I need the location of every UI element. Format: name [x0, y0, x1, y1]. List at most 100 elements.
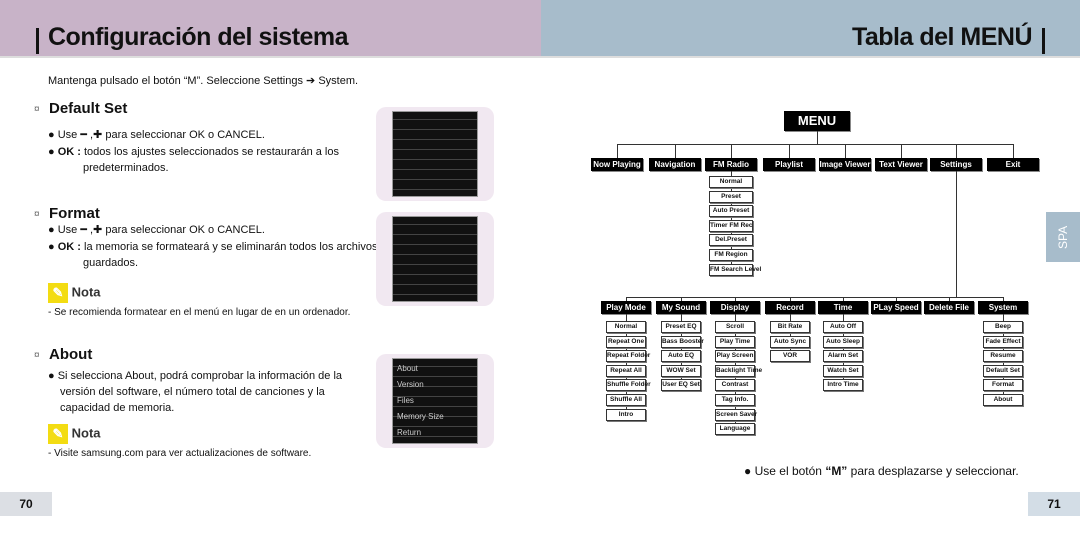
submenu-item[interactable]: Language: [715, 423, 755, 436]
submenu-item[interactable]: Auto Sync: [770, 335, 810, 348]
bullet-bold: OK :: [57, 241, 81, 253]
submenu-item[interactable]: Timer FM Rec: [709, 219, 753, 232]
submenu-item[interactable]: Format: [983, 379, 1023, 392]
submenu-item[interactable]: Auto Preset: [709, 205, 753, 218]
note-text: - Se recomienda formatear en el menú en …: [48, 307, 351, 318]
note-heading: ✎ Nota: [48, 283, 101, 303]
submenu-item[interactable]: Fade Effect: [983, 335, 1023, 348]
settings-item-my-sound[interactable]: My Sound: [656, 301, 706, 314]
submenu-item[interactable]: Preset EQ: [661, 321, 701, 333]
bullet: ● OK : la memoria se formateará y se eli…: [48, 241, 378, 269]
note-text: - Visite samsung.com para ver actualizac…: [48, 448, 312, 459]
screen-line: Files: [397, 396, 414, 405]
bullet-bold: OK :: [57, 146, 81, 158]
submenu-item[interactable]: Repeat Folder: [606, 350, 650, 363]
menu-item-text-viewer[interactable]: Text Viewer: [875, 158, 927, 171]
submenu-item[interactable]: Intro: [606, 408, 646, 421]
submenu-item[interactable]: Preset: [709, 190, 753, 203]
submenu-item[interactable]: FM Search Level: [709, 263, 761, 276]
settings-item-system[interactable]: System: [978, 301, 1028, 314]
screen-default-set: [376, 107, 494, 201]
settings-item-play-speed[interactable]: PLay Speed: [871, 301, 921, 314]
menu-item-navigation[interactable]: Navigation: [649, 158, 701, 171]
submenu-item[interactable]: Play Time: [715, 335, 755, 348]
bullet: ● Use ━ ,✚ para seleccionar OK o CANCEL.: [48, 129, 265, 141]
submenu-item[interactable]: Bass Booster: [661, 335, 704, 348]
settings-item-time[interactable]: Time: [818, 301, 868, 314]
heading-format: Format: [49, 205, 100, 222]
submenu-item[interactable]: Shuffle All: [606, 394, 646, 406]
submenu-item[interactable]: Normal: [709, 176, 753, 188]
bullet: ● Use ━ ,✚ para seleccionar OK o CANCEL.: [48, 224, 265, 236]
submenu-item[interactable]: Resume: [983, 350, 1023, 363]
title-bar-right: [1042, 28, 1045, 54]
submenu-item[interactable]: Repeat All: [606, 364, 646, 377]
menu-item-now-playing[interactable]: Now Playing: [591, 158, 643, 171]
device-screen-image: [392, 216, 478, 302]
footer-instruction: ● Use el botón “M” para desplazarse y se…: [744, 464, 1019, 478]
menu-item-settings[interactable]: Settings: [930, 158, 982, 171]
submenu-item[interactable]: FM Region: [709, 249, 753, 261]
connector: [956, 171, 957, 297]
submenu-item[interactable]: Scroll: [715, 321, 755, 333]
submenu-item[interactable]: Intro Time: [823, 379, 863, 392]
settings-item-delete-file[interactable]: Delete File: [924, 301, 974, 314]
menu-item-image-viewer[interactable]: Image Viewer: [819, 158, 871, 171]
submenu-item[interactable]: Auto Sleep: [823, 335, 863, 348]
connector: [845, 144, 846, 158]
submenu-item[interactable]: Auto EQ: [661, 350, 701, 363]
intro-text: Mantenga pulsado el botón “M”. Seleccion…: [48, 75, 359, 87]
settings-item-record[interactable]: Record: [765, 301, 815, 314]
connector: [956, 144, 957, 158]
settings-item-play-mode[interactable]: Play Mode: [601, 301, 651, 314]
submenu-item[interactable]: Normal: [606, 321, 646, 333]
submenu-item[interactable]: Tag Info.: [715, 394, 755, 406]
bullet-text: Si selecciona About, podrá comprobar la …: [57, 370, 343, 414]
note-heading: ✎ Nota: [48, 424, 101, 444]
pencil-icon: ✎: [48, 283, 68, 303]
submenu-item[interactable]: Contrast: [715, 379, 755, 392]
submenu-item[interactable]: Screen Saver: [715, 408, 757, 421]
submenu-item[interactable]: Backlight Time: [715, 364, 762, 377]
screen-line: Return: [397, 428, 422, 437]
submenu-item[interactable]: User EQ Set: [661, 379, 701, 392]
footer-bold: “M”: [825, 464, 848, 478]
menu-item-playlist[interactable]: Playlist: [763, 158, 815, 171]
submenu-item[interactable]: Beep: [983, 321, 1023, 333]
submenu-item[interactable]: Del.Preset: [709, 234, 753, 247]
screen-line: About: [397, 364, 418, 373]
connector: [901, 144, 902, 158]
page-title-left: Configuración del sistema: [48, 23, 349, 51]
screen-about: About Version Files Memory Size Return: [376, 354, 494, 448]
page-number-left: 70: [0, 492, 52, 516]
settings-item-display[interactable]: Display: [710, 301, 760, 314]
title-bar-left: [36, 28, 39, 54]
submenu-item[interactable]: Watch Set: [823, 364, 863, 377]
menu-item-fm-radio[interactable]: FM Radio: [705, 158, 757, 171]
submenu-item[interactable]: Shuffle Folder: [606, 379, 651, 392]
note-title: Nota: [71, 425, 101, 441]
submenu-item[interactable]: WOW Set: [661, 364, 701, 377]
screen-line: Memory Size: [397, 412, 444, 421]
bullet-text: Use ━ ,✚ para seleccionar OK o CANCEL.: [57, 129, 265, 141]
screen-line: Version: [397, 380, 424, 389]
submenu-item[interactable]: Bit Rate: [770, 321, 810, 333]
menu-item-exit[interactable]: Exit: [987, 158, 1039, 171]
submenu-item[interactable]: Play Screen: [715, 350, 755, 363]
connector: [626, 297, 1004, 298]
submenu-item[interactable]: About: [983, 394, 1023, 406]
submenu-item[interactable]: Default Set: [983, 364, 1023, 377]
heading-about: About: [49, 346, 93, 363]
note-title: Nota: [71, 284, 101, 300]
submenu-item[interactable]: Auto Off: [823, 321, 863, 333]
submenu-item[interactable]: Repeat One: [606, 335, 646, 348]
submenu-item[interactable]: VOR: [770, 350, 810, 363]
submenu-item[interactable]: Alarm Set: [823, 350, 863, 363]
menu-root[interactable]: MENU: [784, 111, 850, 131]
pencil-icon: ✎: [48, 424, 68, 444]
connector: [789, 144, 790, 158]
connector: [617, 144, 618, 158]
footer-text: para desplazarse y seleccionar.: [847, 464, 1019, 478]
connector: [731, 144, 732, 158]
bullet: ● OK : todos los ajustes seleccionados s…: [48, 146, 339, 174]
